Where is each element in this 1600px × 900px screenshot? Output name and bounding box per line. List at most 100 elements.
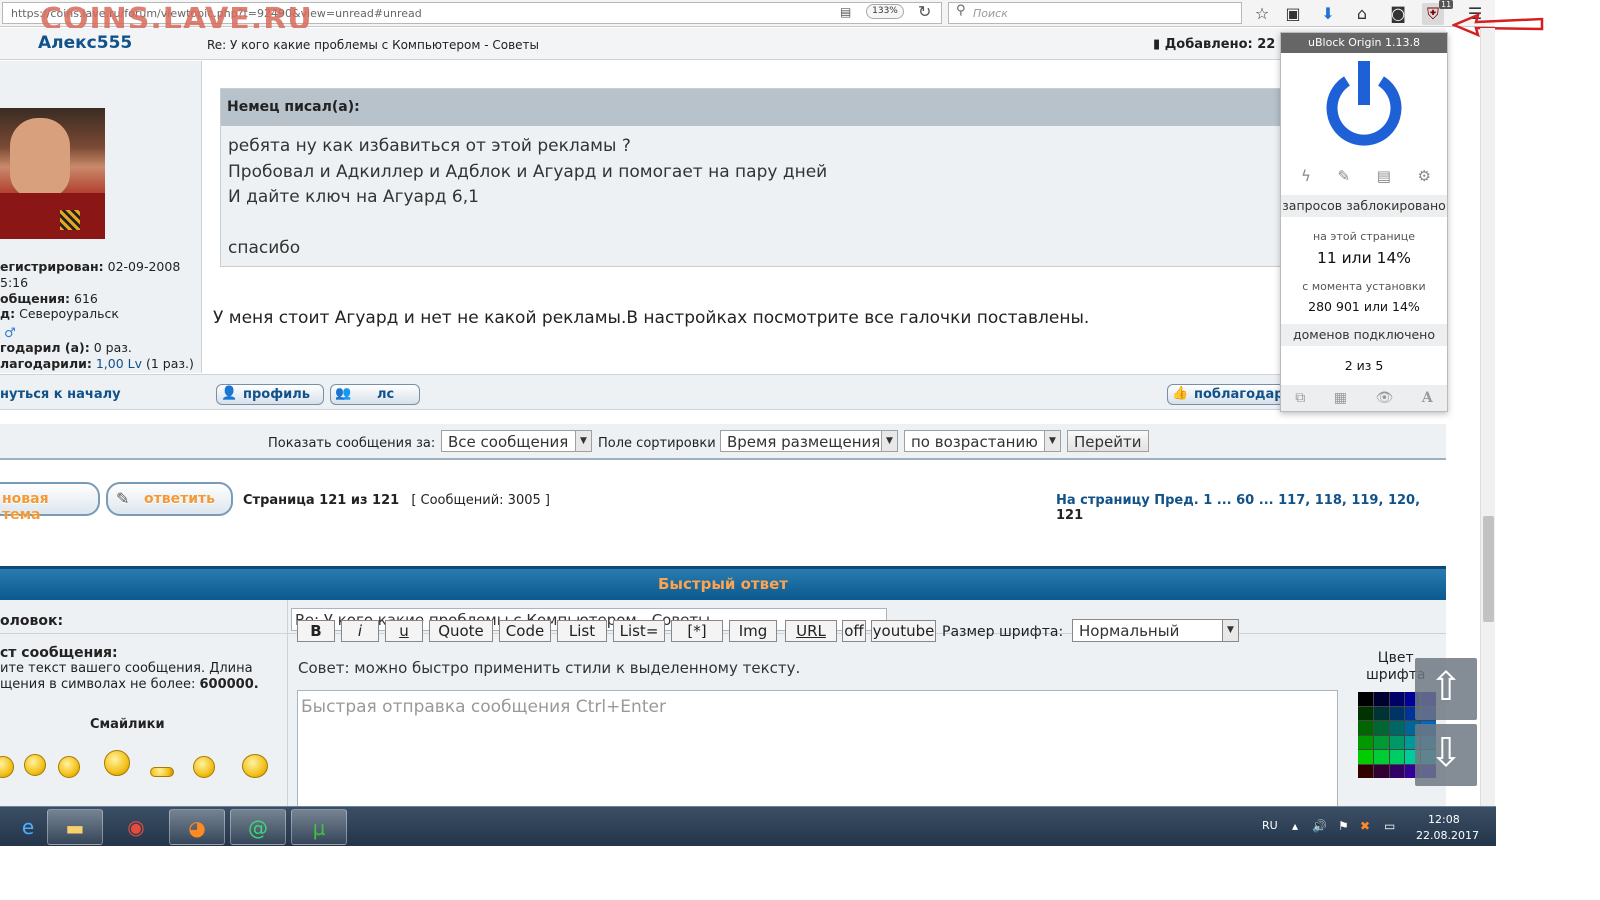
color-swatch[interactable] — [1373, 706, 1389, 720]
color-swatch[interactable] — [1389, 764, 1405, 778]
tray-app-icon[interactable]: ✖ — [1360, 819, 1370, 833]
youtube-button[interactable]: youtube — [871, 620, 936, 642]
back-to-top-link[interactable]: нуться к началу — [0, 387, 121, 402]
color-swatch[interactable] — [1373, 764, 1389, 778]
flag-icon[interactable]: ⚑ — [1338, 819, 1349, 833]
color-swatch[interactable] — [1358, 764, 1373, 778]
reload-icon[interactable]: ↻ — [918, 2, 931, 21]
pm-button[interactable]: 👥 лс — [330, 384, 420, 405]
color-swatch[interactable] — [1358, 735, 1373, 749]
post-author[interactable]: Алекс555 — [38, 33, 132, 53]
lightning-icon[interactable]: ϟ — [1301, 167, 1311, 185]
color-swatch[interactable] — [1389, 706, 1405, 720]
page-link[interactable]: 117, — [1278, 493, 1310, 508]
clock-time[interactable]: 12:08 — [1428, 813, 1460, 826]
scroll-up-icon[interactable]: ⇧ — [1415, 658, 1477, 720]
sort-field-label: Поле сортировки — [598, 436, 716, 451]
color-swatch[interactable] — [1373, 735, 1389, 749]
font-size-label: Размер шрифта: — [942, 624, 1064, 640]
smiley-icon[interactable] — [193, 756, 215, 778]
show-messages-select[interactable]: Все сообщения ▼ — [441, 430, 592, 452]
off-button[interactable]: off — [842, 620, 866, 642]
vertical-scrollbar[interactable] — [1480, 28, 1495, 806]
pagination-prev[interactable]: На страницу Пред. — [1056, 493, 1199, 508]
power-icon[interactable] — [1321, 61, 1407, 147]
reply-button[interactable]: ✎ ответить — [106, 482, 233, 516]
bold-button[interactable]: B — [297, 620, 335, 642]
profile-button[interactable]: 👤 профиль — [216, 384, 324, 405]
underline-button[interactable]: u — [385, 620, 423, 642]
thanks-button[interactable]: 👍 поблагодар — [1167, 384, 1287, 405]
mail-agent-icon[interactable]: @ — [230, 809, 286, 845]
smiley-icon[interactable] — [0, 756, 14, 778]
post-subject[interactable]: Re: У кого какие проблемы с Компьютером … — [207, 38, 539, 52]
utorrent-icon[interactable]: µ — [291, 809, 347, 845]
network-icon[interactable]: ▭ — [1384, 819, 1395, 833]
page-link[interactable]: 118, — [1315, 493, 1347, 508]
page-link[interactable]: 119, — [1351, 493, 1383, 508]
volume-icon[interactable]: 🔊 — [1312, 819, 1327, 833]
search-icon: ⚲ — [956, 3, 966, 18]
thanked-by-link[interactable]: 1,00 Lv — [96, 356, 142, 371]
zoom-level-badge[interactable]: 133% — [866, 4, 904, 19]
cool-smiley-icon[interactable] — [242, 754, 268, 778]
font-size-select[interactable]: Нормальный ▼ — [1072, 619, 1239, 642]
color-swatch[interactable] — [1373, 692, 1389, 706]
quote-author: Немец писал(а): — [221, 89, 1445, 126]
smiley-icon[interactable] — [150, 767, 174, 777]
color-swatch[interactable] — [1373, 750, 1389, 764]
scrollbar-thumb[interactable] — [1483, 516, 1494, 622]
search-input[interactable]: Поиск — [948, 2, 1242, 24]
color-swatch[interactable] — [1358, 721, 1373, 735]
scroll-down-icon[interactable]: ⇩ — [1415, 724, 1477, 786]
pocket-icon[interactable]: ◙ — [1387, 3, 1409, 25]
chrome-icon[interactable]: ◉ — [108, 809, 164, 845]
color-swatch[interactable] — [1389, 692, 1405, 706]
eyedropper-icon[interactable]: ✎ — [1338, 167, 1351, 185]
color-swatch[interactable] — [1358, 750, 1373, 764]
ordered-list-button[interactable]: List= — [613, 620, 665, 642]
color-swatch[interactable] — [1373, 721, 1389, 735]
italic-button[interactable]: i — [341, 620, 379, 642]
smiley-icon[interactable] — [24, 754, 46, 776]
color-swatch[interactable] — [1389, 721, 1405, 735]
input-language[interactable]: RU — [1262, 819, 1278, 832]
page-link[interactable]: 120, — [1388, 493, 1420, 508]
color-swatch[interactable] — [1389, 735, 1405, 749]
reader-view-icon[interactable]: ▤ — [840, 5, 851, 19]
list-button[interactable]: List — [557, 620, 607, 642]
quote-line: ребята ну как избавиться от этой рекламы… — [228, 136, 631, 156]
avatar[interactable] — [0, 108, 105, 239]
cosmetic-filter-icon[interactable]: 👁 — [1376, 390, 1394, 406]
page-link[interactable]: 60 — [1236, 493, 1254, 508]
wizard-smiley-icon[interactable] — [104, 750, 130, 776]
home-icon[interactable]: ⌂ — [1351, 3, 1373, 25]
color-swatch[interactable] — [1358, 706, 1373, 720]
page-link[interactable]: 1 — [1203, 493, 1212, 508]
clipboard-icon[interactable]: ▣ — [1282, 3, 1304, 25]
logger-icon[interactable]: ▤ — [1377, 167, 1391, 185]
firefox-icon[interactable]: ◕ — [169, 809, 225, 845]
media-block-icon[interactable]: ▦ — [1334, 390, 1347, 406]
color-swatch[interactable] — [1358, 692, 1373, 706]
smiley-icon[interactable] — [58, 756, 80, 778]
sort-field-select[interactable]: Время размещения ▼ — [720, 430, 898, 452]
fonts-block-icon[interactable]: A — [1422, 390, 1433, 406]
list-item-button[interactable]: [*] — [671, 620, 723, 642]
color-swatch[interactable] — [1389, 750, 1405, 764]
code-button[interactable]: Code — [499, 620, 551, 642]
go-button[interactable]: Перейти — [1067, 430, 1149, 452]
img-button[interactable]: Img — [729, 620, 777, 642]
settings-icon[interactable]: ⚙ — [1418, 167, 1431, 185]
quote-button[interactable]: Quote — [429, 620, 493, 642]
message-textarea[interactable]: Быстрая отправка сообщения Ctrl+Enter — [297, 690, 1338, 810]
tray-expand-icon[interactable]: ▴ — [1292, 819, 1298, 833]
bookmark-star-icon[interactable]: ☆ — [1251, 3, 1273, 25]
popup-block-icon[interactable]: ⧉ — [1295, 390, 1305, 406]
download-icon[interactable]: ⬇ — [1317, 3, 1339, 25]
url-button[interactable]: URL — [785, 620, 837, 642]
sort-order-select[interactable]: по возрастанию ▼ — [904, 430, 1061, 452]
clock-date[interactable]: 22.08.2017 — [1416, 829, 1479, 842]
file-explorer-icon[interactable]: ▬ — [47, 809, 103, 845]
new-topic-button[interactable]: новая тема — [0, 482, 100, 523]
